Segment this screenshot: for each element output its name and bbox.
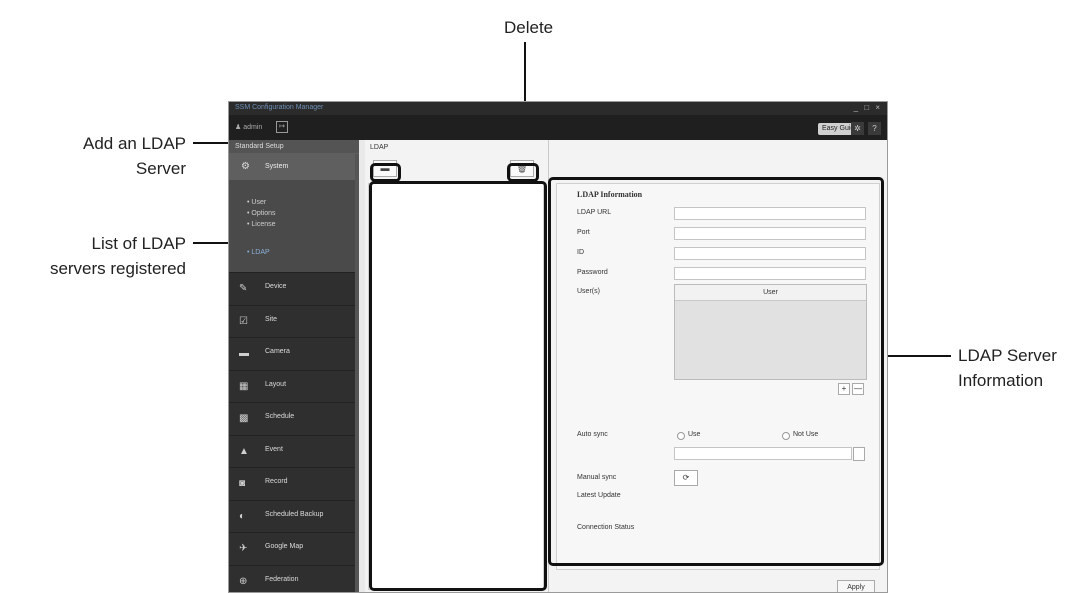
event-icon: ▲ xyxy=(239,446,251,457)
sidebar-item-layout[interactable]: ▦ Layout xyxy=(229,370,359,403)
submenu-options[interactable]: • Options xyxy=(247,210,276,217)
sidebar-item-record[interactable]: ◙ Record xyxy=(229,467,359,500)
sidebar-item-label: Federation xyxy=(265,576,298,583)
sidebar-item-label: Google Map xyxy=(265,543,303,550)
callout-delete: Delete xyxy=(504,17,553,38)
callout-list-line1: List of LDAP xyxy=(10,233,186,254)
user-name: ♟ admin xyxy=(235,123,262,131)
site-icon: ☑ xyxy=(239,316,251,327)
callout-add-line1: Add an LDAP xyxy=(20,133,186,154)
callout-info-line xyxy=(884,355,951,357)
system-submenu: • User • Options • License • LDAP xyxy=(229,180,359,272)
backup-icon: ◐ xyxy=(239,511,251,522)
sidebar-item-schedule[interactable]: ▩ Schedule xyxy=(229,402,359,435)
user-label: admin xyxy=(243,124,262,131)
highlight-server-list xyxy=(369,181,547,591)
highlight-add-button xyxy=(370,163,401,182)
record-icon: ◙ xyxy=(239,478,251,489)
sidebar-header: Standard Setup xyxy=(229,140,359,153)
layout-icon: ▦ xyxy=(239,381,251,392)
sidebar-item-site[interactable]: ☑ Site xyxy=(229,305,359,338)
gear-icon[interactable]: ✲ xyxy=(851,122,864,135)
sidebar-item-label: Event xyxy=(265,446,283,453)
sidebar-item-label: Schedule xyxy=(265,413,294,420)
sidebar: Standard Setup ⚙ System • User • Options… xyxy=(229,140,359,592)
sidebar-item-label: Record xyxy=(265,478,288,485)
sidebar-item-label: Device xyxy=(265,283,286,290)
logout-icon[interactable]: ↦ xyxy=(276,121,288,133)
menu-bar: ♟ admin ↦ Easy Guide ✲ ? xyxy=(229,115,887,140)
sidebar-item-federation[interactable]: ⊕ Federation xyxy=(229,565,359,593)
apply-button[interactable]: Apply xyxy=(837,580,875,593)
camera-icon: ▬ xyxy=(239,348,251,359)
sidebar-item-label: System xyxy=(265,163,288,170)
callout-list-line2: servers registered xyxy=(0,258,186,279)
map-icon: ✈ xyxy=(239,543,251,554)
submenu-ldap[interactable]: • LDAP xyxy=(247,249,270,256)
sidebar-item-system[interactable]: ⚙ System xyxy=(229,153,359,180)
system-icon: ⚙ xyxy=(241,161,250,172)
highlight-delete-button xyxy=(507,163,539,182)
ldap-tab[interactable]: LDAP xyxy=(370,144,388,151)
callout-info-line1: LDAP Server xyxy=(958,345,1057,366)
sidebar-item-label: Scheduled Backup xyxy=(265,511,323,518)
sidebar-item-label: Site xyxy=(265,316,277,323)
sidebar-item-camera[interactable]: ▬ Camera xyxy=(229,337,359,370)
sidebar-scrollbar[interactable] xyxy=(355,154,359,592)
federation-icon: ⊕ xyxy=(239,576,251,587)
submenu-user[interactable]: • User xyxy=(247,199,266,206)
highlight-server-info xyxy=(548,177,884,566)
submenu-license[interactable]: • License xyxy=(247,221,276,228)
window-controls[interactable]: _ □ × xyxy=(854,103,882,112)
schedule-icon: ▩ xyxy=(239,413,251,424)
title-bar: SSM Configuration Manager _ □ × xyxy=(229,102,887,115)
sidebar-item-event[interactable]: ▲ Event xyxy=(229,435,359,468)
device-icon: ✎ xyxy=(239,283,251,294)
sidebar-item-label: Layout xyxy=(265,381,286,388)
callout-add-line2: Server xyxy=(20,158,186,179)
help-button[interactable]: ? xyxy=(868,122,881,135)
sidebar-item-label: Camera xyxy=(265,348,290,355)
sidebar-item-google-map[interactable]: ✈ Google Map xyxy=(229,532,359,565)
sidebar-item-device[interactable]: ✎ Device xyxy=(229,272,359,305)
callout-info-line2: Information xyxy=(958,370,1043,391)
window-title: SSM Configuration Manager xyxy=(235,104,323,111)
sidebar-item-scheduled-backup[interactable]: ◐ Scheduled Backup xyxy=(229,500,359,533)
